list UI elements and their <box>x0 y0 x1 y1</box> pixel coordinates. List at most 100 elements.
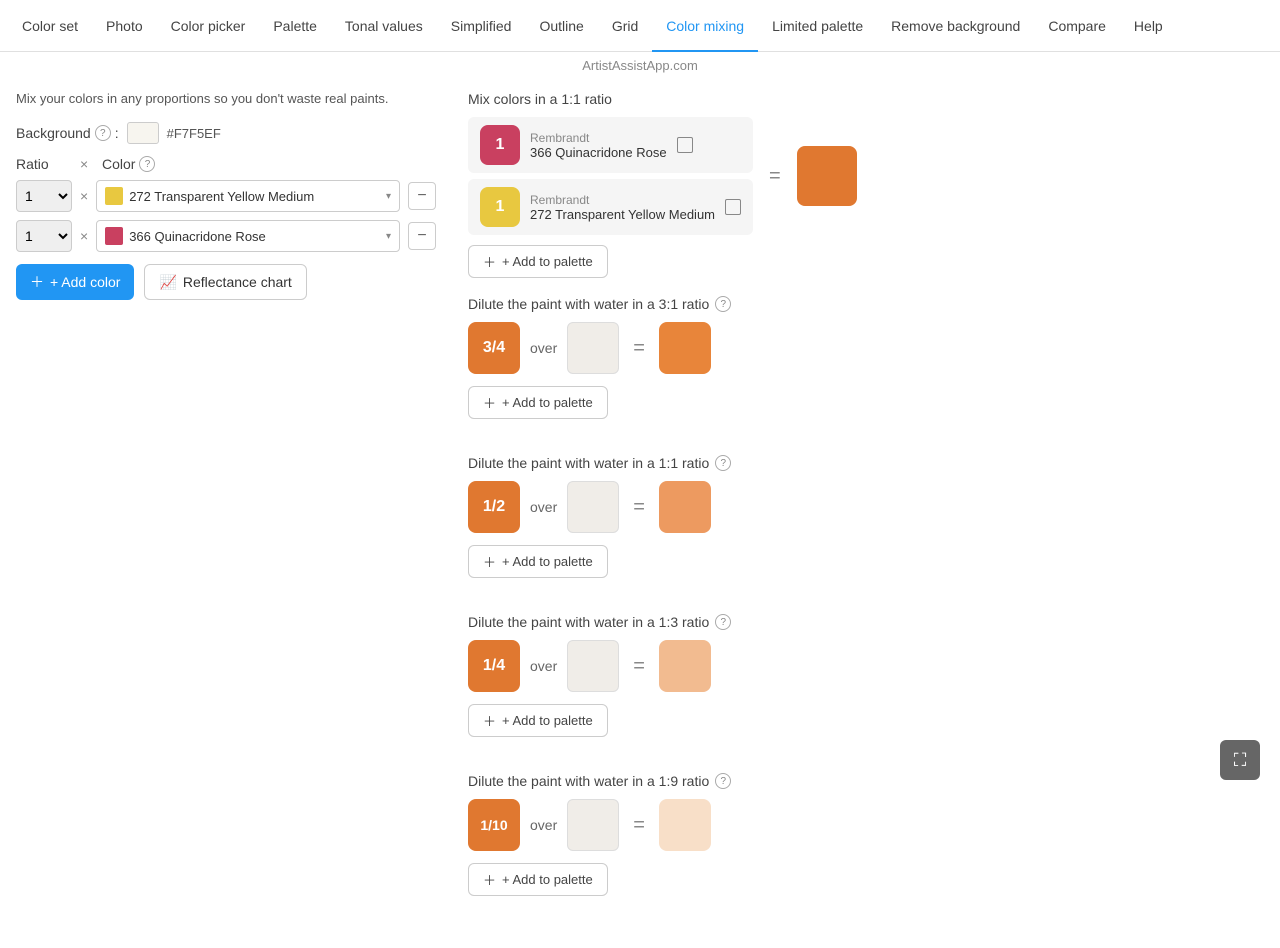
plus-icon-1-1: ＋ <box>483 552 496 571</box>
dilute-1-9-over: over <box>530 817 557 833</box>
add-palette-label: + Add to palette <box>502 254 593 269</box>
mix-badge-1: 1 <box>480 125 520 165</box>
add-to-palette-1-1-button[interactable]: ＋ + Add to palette <box>468 545 608 578</box>
ratio-select-1[interactable]: 1 2 3 <box>16 180 72 212</box>
background-hex: #F7F5EF <box>167 126 221 141</box>
background-label: Background ? : <box>16 125 119 141</box>
color-dropdown-1[interactable]: 272 Transparent Yellow Medium ▾ <box>96 180 400 212</box>
fullscreen-icon: ⛶ <box>1234 750 1247 771</box>
add-palette-1-9-label: + Add to palette <box>502 872 593 887</box>
background-row: Background ? : #F7F5EF <box>16 122 436 144</box>
background-color-swatch[interactable] <box>127 122 159 144</box>
nav-bar: Color set Photo Color picker Palette Ton… <box>0 0 1280 52</box>
mix-card-1: 1 Rembrandt 366 Quinacridone Rose <box>468 117 753 173</box>
reflectance-chart-button[interactable]: 📈 Reflectance chart <box>144 264 306 300</box>
mix-equals: = <box>769 165 781 188</box>
remove-color-2-button[interactable]: − <box>408 222 436 250</box>
color-dropdown-2[interactable]: 366 Quinacridone Rose ▾ <box>96 220 400 252</box>
mix-card-1-info: Rembrandt 366 Quinacridone Rose <box>530 131 667 160</box>
mix-paint-1: 366 Quinacridone Rose <box>530 145 667 160</box>
color-row-1: 1 2 3 × 272 Transparent Yellow Medium ▾ … <box>16 180 436 212</box>
dilute-1-9-help-icon[interactable]: ? <box>715 773 731 789</box>
ratio-select-2[interactable]: 1 2 3 <box>16 220 72 252</box>
add-color-button[interactable]: ＋ + Add color <box>16 264 134 300</box>
add-to-palette-mix-button[interactable]: ＋ + Add to palette <box>468 245 608 278</box>
nav-grid[interactable]: Grid <box>598 0 652 52</box>
plus-icon-palette: ＋ <box>483 252 496 271</box>
nav-help[interactable]: Help <box>1120 0 1177 52</box>
add-palette-1-1-label: + Add to palette <box>502 554 593 569</box>
nav-simplified[interactable]: Simplified <box>437 0 526 52</box>
main-content: Mix your colors in any proportions so yo… <box>0 75 1280 948</box>
dilute-3-1-result <box>659 322 711 374</box>
mix-cards: 1 Rembrandt 366 Quinacridone Rose 1 Remb… <box>468 117 753 235</box>
action-row: ＋ + Add color 📈 Reflectance chart <box>16 264 436 300</box>
add-to-palette-1-3-button[interactable]: ＋ + Add to palette <box>468 704 608 737</box>
dilute-1-1-result <box>659 481 711 533</box>
color-name-2: 366 Quinacridone Rose <box>129 229 380 244</box>
mix-result-swatch <box>797 146 857 206</box>
add-color-label: + Add color <box>50 274 120 290</box>
nav-color-picker[interactable]: Color picker <box>157 0 260 52</box>
remove-color-1-button[interactable]: − <box>408 182 436 210</box>
nav-photo[interactable]: Photo <box>92 0 157 52</box>
nav-tonal-values[interactable]: Tonal values <box>331 0 437 52</box>
mix-checkbox-1[interactable] <box>677 137 693 153</box>
color-swatch-1 <box>105 187 123 205</box>
dilute-1-3-row: 1/4 over = <box>468 640 1264 692</box>
background-help-icon[interactable]: ? <box>95 125 111 141</box>
ratio-color-header: Ratio × Color ? <box>16 156 436 172</box>
nav-outline[interactable]: Outline <box>525 0 597 52</box>
dilute-1-9-result <box>659 799 711 851</box>
nav-compare[interactable]: Compare <box>1034 0 1120 52</box>
chevron-down-icon-2: ▾ <box>386 231 391 242</box>
dilute-3-1-water <box>567 322 619 374</box>
dilute-1-9-title: Dilute the paint with water in a 1:9 rat… <box>468 773 1264 789</box>
add-palette-1-3-label: + Add to palette <box>502 713 593 728</box>
dilute-3-1-badge: 3/4 <box>468 322 520 374</box>
nav-color-set[interactable]: Color set <box>8 0 92 52</box>
plus-icon: ＋ <box>30 272 44 292</box>
ratio-col-header: Ratio <box>16 156 72 172</box>
mix-card-2-info: Rembrandt 272 Transparent Yellow Medium <box>530 193 715 222</box>
dilute-1-1-equals: = <box>633 496 645 519</box>
nav-color-mixing[interactable]: Color mixing <box>652 0 758 52</box>
dilute-1-9-section: Dilute the paint with water in a 1:9 rat… <box>468 773 1264 914</box>
mix-brand-1: Rembrandt <box>530 131 667 145</box>
nav-limited-palette[interactable]: Limited palette <box>758 0 877 52</box>
left-panel: Mix your colors in any proportions so yo… <box>16 91 436 932</box>
nav-palette[interactable]: Palette <box>259 0 331 52</box>
mix-paint-2: 272 Transparent Yellow Medium <box>530 207 715 222</box>
add-to-palette-1-9-button[interactable]: ＋ + Add to palette <box>468 863 608 896</box>
mix-1-1-section: Mix colors in a 1:1 ratio 1 Rembrandt 36… <box>468 91 1264 296</box>
dilute-1-3-equals: = <box>633 655 645 678</box>
dilute-3-1-row: 3/4 over = <box>468 322 1264 374</box>
dilute-3-1-help-icon[interactable]: ? <box>715 296 731 312</box>
dilute-1-9-badge: 1/10 <box>468 799 520 851</box>
mix-checkbox-2[interactable] <box>725 199 741 215</box>
mix-card-2: 1 Rembrandt 272 Transparent Yellow Mediu… <box>468 179 753 235</box>
add-to-palette-3-1-button[interactable]: ＋ + Add to palette <box>468 386 608 419</box>
dilute-3-1-over: over <box>530 340 557 356</box>
dilute-1-1-over: over <box>530 499 557 515</box>
dilute-1-1-row: 1/2 over = <box>468 481 1264 533</box>
color-col-header: Color ? <box>102 156 155 172</box>
times-col-header: × <box>80 156 94 172</box>
dilute-3-1-equals: = <box>633 337 645 360</box>
dilute-1-3-section: Dilute the paint with water in a 1:3 rat… <box>468 614 1264 755</box>
nav-remove-background[interactable]: Remove background <box>877 0 1034 52</box>
color-name-1: 272 Transparent Yellow Medium <box>129 189 380 204</box>
color-help-icon[interactable]: ? <box>139 156 155 172</box>
dilute-1-3-badge: 1/4 <box>468 640 520 692</box>
fullscreen-button[interactable]: ⛶ <box>1220 740 1260 780</box>
dilute-3-1-title: Dilute the paint with water in a 3:1 rat… <box>468 296 1264 312</box>
dilute-1-1-title: Dilute the paint with water in a 1:1 rat… <box>468 455 1264 471</box>
chevron-down-icon-1: ▾ <box>386 191 391 202</box>
dilute-1-9-equals: = <box>633 814 645 837</box>
dilute-1-1-help-icon[interactable]: ? <box>715 455 731 471</box>
dilute-1-3-help-icon[interactable]: ? <box>715 614 731 630</box>
right-panel: Mix colors in a 1:1 ratio 1 Rembrandt 36… <box>468 91 1264 932</box>
add-palette-3-1-label: + Add to palette <box>502 395 593 410</box>
dilute-1-1-water <box>567 481 619 533</box>
dilute-1-9-water <box>567 799 619 851</box>
